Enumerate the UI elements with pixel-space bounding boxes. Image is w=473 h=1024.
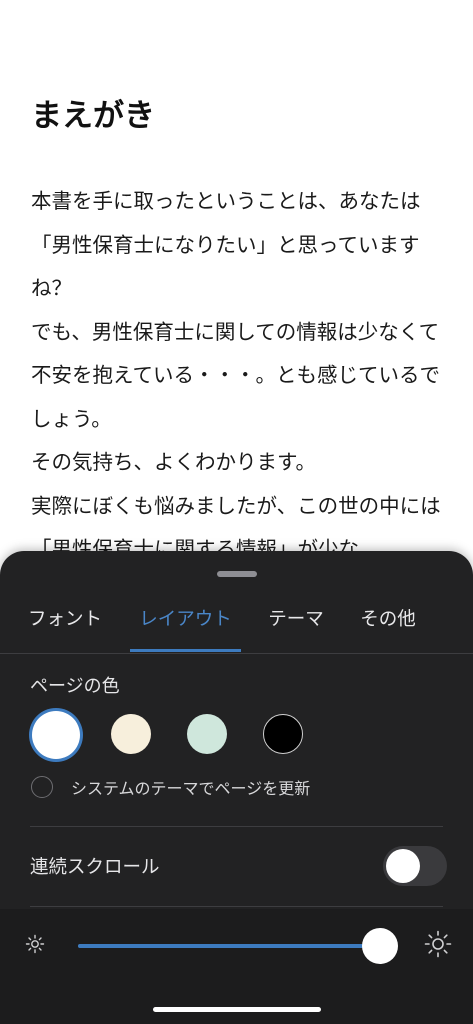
brightness-slider-fill [78, 944, 378, 948]
book-text: 本書を手に取ったということは、あなたは「男性保育士になりたい」と思っていますね？… [31, 180, 443, 572]
reader-page: まえがき 本書を手に取ったということは、あなたは「男性保育士になりたい」と思って… [0, 0, 473, 1024]
tab-theme[interactable]: テーマ [258, 601, 334, 651]
divider [30, 906, 443, 907]
book-paragraph: でも、男性保育士に関しての情報は少なくて不安を抱えている・・・。とも感じているで… [31, 319, 440, 431]
chapter-heading: まえがき [31, 98, 155, 134]
book-paragraph: 本書を手に取ったということは、あなたは「男性保育士になりたい」と思っていますね？ [31, 189, 421, 300]
book-paragraph: その気持ち、よくわかります。 [31, 450, 316, 474]
system-theme-label[interactable]: システムのテーマでページを更新 [71, 775, 310, 799]
active-tab-indicator [130, 649, 241, 652]
settings-tabs: フォント レイアウト テーマ その他 [0, 601, 473, 654]
tab-layout[interactable]: レイアウト [130, 601, 241, 651]
home-indicator[interactable] [153, 1007, 321, 1012]
continuous-scroll-label: 連続スクロール [30, 857, 160, 878]
tab-other[interactable]: その他 [350, 601, 426, 651]
page-color-title: ページの色 [30, 676, 120, 697]
sheet-grabber[interactable] [217, 571, 257, 577]
page-color-mint-swatch[interactable] [187, 714, 227, 754]
brightness-slider[interactable] [78, 944, 378, 948]
page-color-white-swatch[interactable] [32, 711, 80, 759]
reading-settings-sheet: フォント レイアウト テーマ その他 ページの色 システムのテーマでページを更新… [0, 551, 473, 1024]
page-color-sepia-swatch[interactable] [111, 714, 151, 754]
system-theme-radio[interactable] [31, 776, 53, 798]
page-color-black-swatch[interactable] [263, 714, 303, 754]
sun-small-icon [25, 934, 45, 954]
toggle-knob [386, 849, 420, 883]
continuous-scroll-toggle[interactable] [383, 846, 447, 886]
sun-large-icon [424, 930, 452, 958]
tab-font[interactable]: フォント [20, 601, 110, 651]
divider [30, 826, 443, 827]
brightness-slider-thumb[interactable] [362, 928, 398, 964]
